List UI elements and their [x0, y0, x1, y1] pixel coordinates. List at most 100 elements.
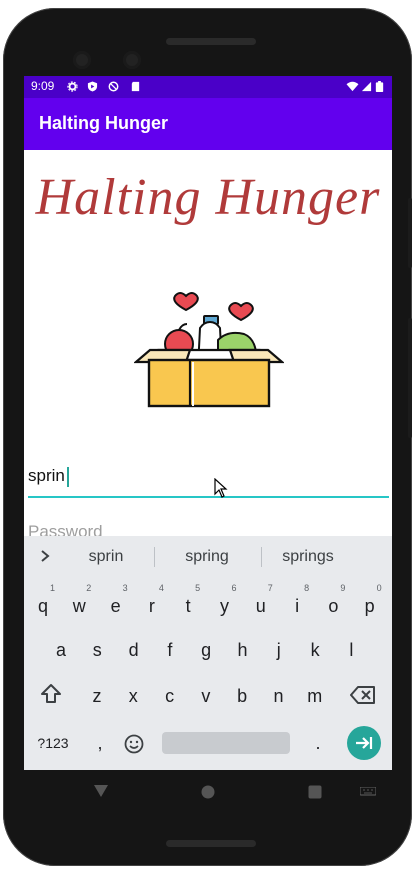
chevron-right-icon[interactable]: [40, 550, 50, 562]
suggestion-3[interactable]: springs: [260, 548, 356, 566]
space-bar[interactable]: [162, 732, 290, 754]
key-label: v: [201, 686, 211, 706]
home-icon[interactable]: [201, 785, 215, 799]
key-label: n: [273, 686, 284, 706]
key-r[interactable]: r4: [136, 583, 168, 625]
status-time: 9:09: [31, 79, 55, 93]
text-caret: [67, 467, 69, 487]
key-c[interactable]: c: [154, 677, 186, 715]
key-hint: 0: [376, 583, 382, 593]
key-label: y: [220, 596, 229, 616]
logo-text: Halting Hunger: [35, 169, 381, 226]
key-p[interactable]: p0: [354, 583, 386, 625]
key-w[interactable]: w2: [63, 583, 95, 625]
system-nav-bar: [27, 770, 389, 816]
app-bar: Halting Hunger: [24, 98, 392, 150]
key-label: s: [92, 640, 102, 660]
suggestion-2[interactable]: spring: [159, 548, 255, 566]
front-sensor: [123, 51, 141, 69]
key-hint: 6: [231, 583, 237, 593]
key-b[interactable]: b: [226, 677, 258, 715]
key-hint: 9: [340, 583, 346, 593]
suggestion-divider: [154, 547, 155, 567]
key-t[interactable]: t5: [172, 583, 204, 625]
volume-rocker: [408, 318, 412, 438]
key-hint: 2: [86, 583, 92, 593]
key-hint: 4: [158, 583, 164, 593]
status-bar: 9:09: [24, 76, 392, 98]
screen: 9:09 Halting Hunger Halting Hunger sprin…: [24, 76, 392, 770]
key-label: z: [92, 686, 102, 706]
period-key[interactable]: .: [302, 724, 334, 762]
key-hint: 5: [195, 583, 201, 593]
key-h[interactable]: h: [227, 631, 259, 669]
key-label: c: [165, 686, 175, 706]
key-label: e: [110, 596, 121, 616]
symbols-key[interactable]: ?123: [34, 724, 72, 762]
suggestion-1[interactable]: sprin: [58, 548, 154, 566]
key-label: h: [237, 640, 248, 660]
key-n[interactable]: n: [263, 677, 295, 715]
key-label: t: [185, 596, 191, 616]
key-k[interactable]: k: [299, 631, 331, 669]
keyboard-switch-icon[interactable]: [360, 787, 376, 798]
key-u[interactable]: u7: [245, 583, 277, 625]
key-hint: 3: [122, 583, 128, 593]
key-label: j: [276, 640, 281, 660]
soft-keyboard: sprin spring springs q1w2e3r4t5y6u7i8o9p…: [24, 536, 392, 770]
key-e[interactable]: e3: [100, 583, 132, 625]
key-label: g: [201, 640, 212, 660]
key-hint: 1: [49, 583, 55, 593]
key-label: b: [237, 686, 248, 706]
username-value: sprin: [28, 466, 65, 485]
back-icon[interactable]: [93, 784, 109, 798]
username-field[interactable]: sprin: [28, 464, 389, 498]
comma-key[interactable]: ,: [84, 724, 116, 762]
key-hint: 8: [304, 583, 310, 593]
key-g[interactable]: g: [190, 631, 222, 669]
key-label: f: [167, 640, 173, 660]
key-f[interactable]: f: [154, 631, 186, 669]
sd-card-icon: [131, 81, 140, 92]
key-v[interactable]: v: [190, 677, 222, 715]
key-m[interactable]: m: [299, 677, 331, 715]
key-z[interactable]: z: [81, 677, 113, 715]
key-d[interactable]: d: [118, 631, 150, 669]
shield-icon: [87, 81, 98, 92]
key-x[interactable]: x: [117, 677, 149, 715]
power-button: [408, 198, 412, 268]
data-saver-icon: [108, 81, 119, 92]
key-l[interactable]: l: [335, 631, 367, 669]
recents-icon[interactable]: [308, 785, 322, 799]
earpiece-speaker: [166, 38, 256, 45]
suggestion-strip: sprin spring springs: [24, 536, 392, 578]
key-q[interactable]: q1: [27, 583, 59, 625]
key-label: q: [37, 596, 48, 616]
key-j[interactable]: j: [263, 631, 295, 669]
key-label: o: [328, 596, 339, 616]
shift-icon[interactable]: [40, 683, 62, 705]
backspace-icon[interactable]: [350, 686, 376, 704]
app-title: Halting Hunger: [39, 113, 168, 133]
emoji-icon[interactable]: [124, 734, 144, 754]
wifi-icon: [346, 81, 359, 92]
key-s[interactable]: s: [81, 631, 113, 669]
key-o[interactable]: o9: [317, 583, 349, 625]
food-box-illustration: [134, 292, 284, 408]
signal-icon: [361, 81, 372, 92]
key-label: d: [128, 640, 139, 660]
bottom-speaker: [166, 840, 256, 847]
key-y[interactable]: y6: [209, 583, 241, 625]
key-a[interactable]: a: [45, 631, 77, 669]
key-label: k: [310, 640, 320, 660]
key-label: m: [307, 686, 323, 706]
key-hint: 7: [267, 583, 273, 593]
enter-key[interactable]: [347, 726, 381, 760]
key-label: p: [364, 596, 375, 616]
key-label: r: [148, 596, 155, 616]
key-label: a: [55, 640, 66, 660]
key-i[interactable]: i8: [281, 583, 313, 625]
key-label: w: [72, 596, 86, 616]
next-arrow-icon: [356, 737, 373, 749]
battery-icon: [375, 81, 384, 92]
